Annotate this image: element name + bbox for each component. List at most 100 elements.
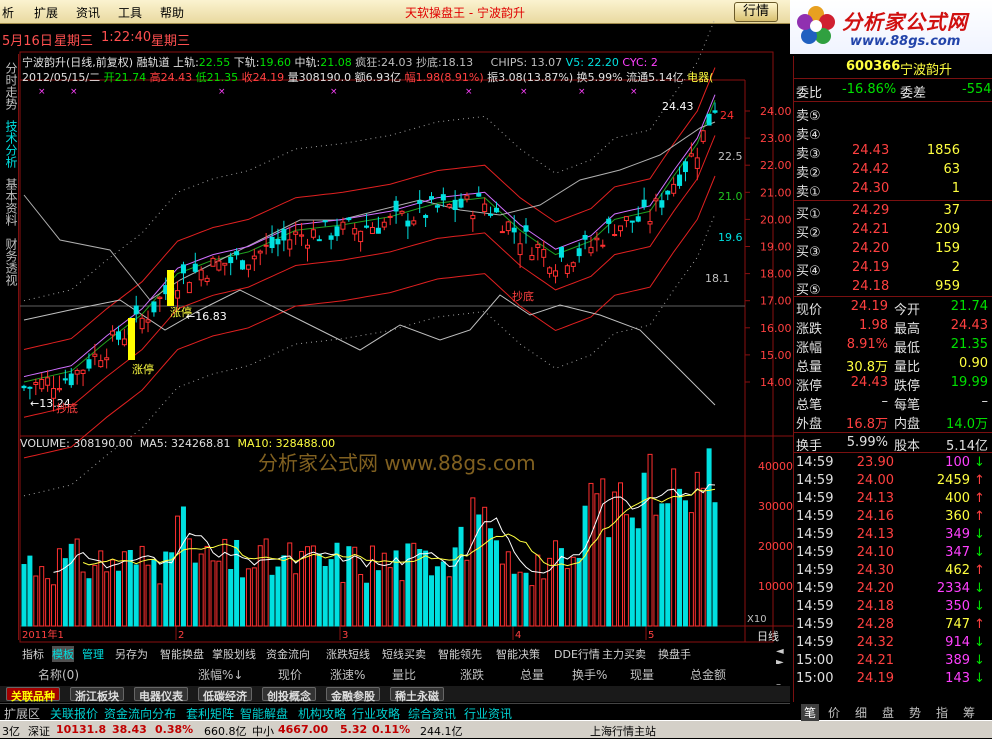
quote-button[interactable]: 行情 — [734, 2, 778, 22]
candle-body — [405, 220, 411, 227]
candle-body — [269, 236, 275, 249]
candle-body — [62, 378, 68, 381]
menu-news[interactable]: 资讯 — [76, 4, 100, 21]
candle-body — [21, 385, 27, 389]
quote-tab-5[interactable]: 指 — [936, 704, 948, 721]
tab-indicator-4[interactable]: 智能换盘 — [160, 646, 204, 662]
quote-tab-1[interactable]: 价 — [828, 704, 840, 721]
col-cur-vol[interactable]: 现量 — [630, 666, 654, 683]
tab-financials[interactable]: 财务透视 — [2, 238, 18, 286]
candle-body — [612, 233, 618, 237]
quote-tab-3[interactable]: 盘 — [882, 704, 894, 721]
candle-body — [706, 113, 712, 126]
volume-bar — [470, 497, 476, 627]
candle-body — [257, 250, 263, 254]
volume-bar — [369, 545, 375, 627]
tab-indicator-2[interactable]: 管理 — [82, 646, 104, 662]
col-total-vol[interactable]: 总量 — [520, 666, 544, 683]
sector-tab-6[interactable]: 稀土永磁 — [390, 687, 444, 703]
col-change[interactable]: 涨跌 — [460, 666, 484, 683]
volume-bar — [222, 538, 228, 627]
volume-bar — [393, 550, 399, 627]
volume-bar — [482, 506, 488, 627]
sector-tab-0[interactable]: 关联品种 — [6, 687, 60, 703]
sector-tab-1[interactable]: 浙江板块 — [70, 687, 124, 703]
tab-indicator-8[interactable]: 短线买卖 — [382, 646, 426, 662]
volume-bar — [293, 573, 299, 627]
price-tick-label: 22.00 — [760, 159, 792, 172]
tab-indicator-1[interactable]: 模板 — [52, 646, 74, 662]
candle-body — [411, 220, 417, 225]
candle-body — [677, 174, 683, 186]
chart-title-row: 宁波韵升(日线,前复权) 融轨道 上轨:22.55 下轨:19.60 中轨:21… — [22, 56, 658, 69]
band-line — [23, 135, 716, 418]
bid-row-5: 买⑤ 24.18 959 — [796, 279, 960, 298]
tab-fundamentals[interactable]: 基本资料 — [2, 178, 18, 226]
chart-title: 宁波韵升(日线,前复权) 融轨道 — [22, 56, 170, 69]
volume-bar — [558, 548, 564, 627]
sector-tab-4[interactable]: 创投概念 — [262, 687, 316, 703]
tab-indicator-12[interactable]: 主力买卖 — [602, 646, 646, 662]
signal-marker-icon: × — [330, 87, 338, 97]
candle-body — [434, 205, 440, 208]
signal-marker-icon: × — [38, 87, 46, 97]
tick-direction-icon: ↑ — [974, 617, 985, 632]
menu-extend[interactable]: 扩展 — [34, 4, 58, 21]
band-value-label: 19.6 — [718, 231, 743, 244]
tab-indicator-6[interactable]: 资金流向 — [266, 646, 310, 662]
candle-body — [234, 251, 240, 256]
sector-tab-5[interactable]: 金融参股 — [326, 687, 380, 703]
tab-indicator-7[interactable]: 涨跌短线 — [326, 646, 370, 662]
quote-tab-2[interactable]: 细 — [855, 704, 867, 721]
tab-indicator-9[interactable]: 智能领先 — [438, 646, 482, 662]
volume-tick-label: 30000 — [758, 500, 793, 513]
price-tick-label: 19.00 — [760, 241, 792, 254]
tab-indicator-3[interactable]: 另存为 — [115, 646, 148, 662]
col-vol-ratio[interactable]: 量比 — [392, 666, 416, 683]
volume-bar — [56, 548, 62, 627]
volume-bar — [417, 549, 423, 627]
tab-indicator-0[interactable]: 指标 — [22, 646, 44, 662]
volume-bar — [257, 545, 263, 627]
menu-analysis[interactable]: 析 — [2, 4, 14, 21]
tab-indicator-13[interactable]: 换盘手 — [658, 646, 691, 662]
candle-body — [429, 196, 435, 200]
volume-bar — [346, 546, 352, 627]
bid-row-1: 买① 24.29 37 — [796, 203, 960, 222]
col-turnover[interactable]: 换手% — [572, 666, 607, 683]
tab-intraday[interactable]: 分时走势 — [2, 62, 18, 110]
tick-row: 14:59 24.10 347 ↓ — [796, 545, 985, 560]
col-price[interactable]: 现价 — [278, 666, 302, 683]
quote-tab-6[interactable]: 筹 — [963, 704, 975, 721]
candle-body — [369, 226, 375, 234]
col-speed[interactable]: 涨速% — [330, 666, 365, 683]
candle-body — [316, 239, 322, 242]
candle-body — [493, 207, 499, 213]
volume-bar — [334, 542, 340, 627]
candle-body — [104, 357, 110, 361]
candle-body — [694, 157, 700, 169]
quote-tab-4[interactable]: 势 — [909, 704, 921, 721]
col-amount[interactable]: 总金额 — [690, 666, 726, 683]
volume-bar — [127, 550, 133, 627]
menu-tools[interactable]: 工具 — [118, 4, 142, 21]
volume-bar — [316, 553, 322, 627]
tab-indicator-10[interactable]: 智能决策 — [496, 646, 540, 662]
tab-technical[interactable]: 技术分析 — [2, 120, 18, 168]
candle-body — [228, 256, 234, 264]
col-change-pct[interactable]: 涨幅%↓ — [198, 666, 243, 683]
volume-bar — [694, 471, 700, 627]
quote-tab-0[interactable]: 笔 — [801, 704, 820, 721]
tab-indicator-5[interactable]: 掌股划线 — [212, 646, 256, 662]
volume-bar — [375, 570, 381, 627]
sector-tab-3[interactable]: 低碳经济 — [198, 687, 252, 703]
col-name[interactable]: 名称(0) — [38, 666, 79, 683]
volume-bar — [671, 468, 677, 627]
tab-indicator-11[interactable]: DDE行情 — [554, 646, 600, 662]
status-bar: 3亿 深证 10131.8 38.43 0.38% 660.8亿 中小 4667… — [0, 720, 992, 738]
indicator-tabs: 指标 模板 管理 另存为 智能换盘 掌股划线 资金流向 涨跌短线 短线买卖 智能领先 智能决策 DDE… — [20, 646, 790, 690]
menu-help[interactable]: 帮助 — [160, 4, 184, 21]
sector-tab-2[interactable]: 电器仪表 — [134, 687, 188, 703]
volume-bar — [110, 559, 116, 627]
candle-body — [304, 244, 310, 249]
